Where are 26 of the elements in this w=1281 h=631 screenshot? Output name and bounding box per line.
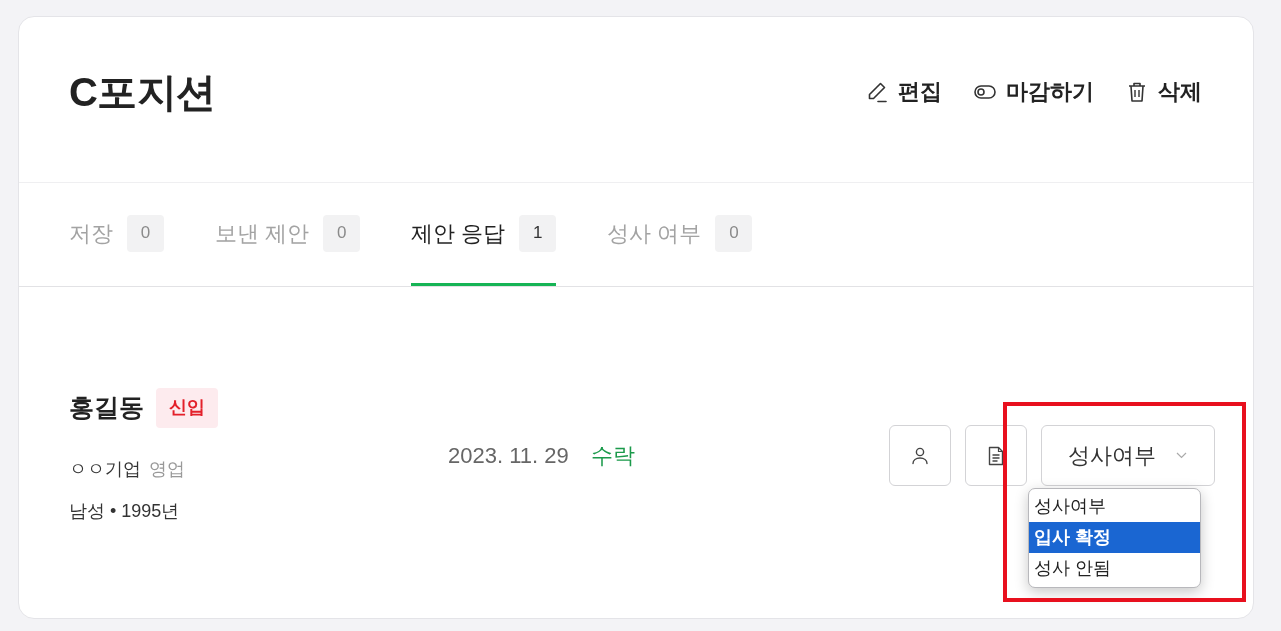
person-icon: [911, 445, 929, 466]
status-select[interactable]: 성사여부: [1041, 425, 1215, 486]
page-title: C포지션: [69, 68, 216, 116]
count-badge: 0: [715, 214, 753, 252]
edit-button[interactable]: 편집: [866, 75, 942, 108]
close-posting-button[interactable]: 마감하기: [974, 75, 1094, 108]
count-badge: 0: [127, 214, 164, 252]
response-date: 2023. 11. 29: [448, 442, 569, 470]
pencil-icon: [866, 80, 888, 103]
dropdown-option[interactable]: 입사 확정: [1029, 522, 1200, 553]
department-text: 영업: [149, 457, 185, 481]
dropdown-option[interactable]: 성사 안됨: [1029, 553, 1200, 584]
tab[interactable]: 제안 응답 1: [411, 183, 557, 286]
dropdown-option[interactable]: 성사여부: [1029, 491, 1200, 522]
count-badge: 0: [323, 214, 361, 252]
count-badge: 1: [519, 214, 557, 252]
delete-button[interactable]: 삭제: [1126, 75, 1202, 108]
company-name: ㅇㅇ기업: [69, 457, 141, 481]
document-icon: [987, 445, 1005, 466]
career-tag: 신입: [156, 387, 218, 428]
candidate-name: 홍길동: [69, 391, 144, 423]
profile-info: 남성 • 1995년: [69, 499, 180, 523]
document-button[interactable]: [965, 425, 1027, 486]
response-status: 수락: [590, 442, 635, 470]
trash-icon: [1126, 80, 1148, 103]
chevron-down-icon: [1176, 452, 1187, 459]
